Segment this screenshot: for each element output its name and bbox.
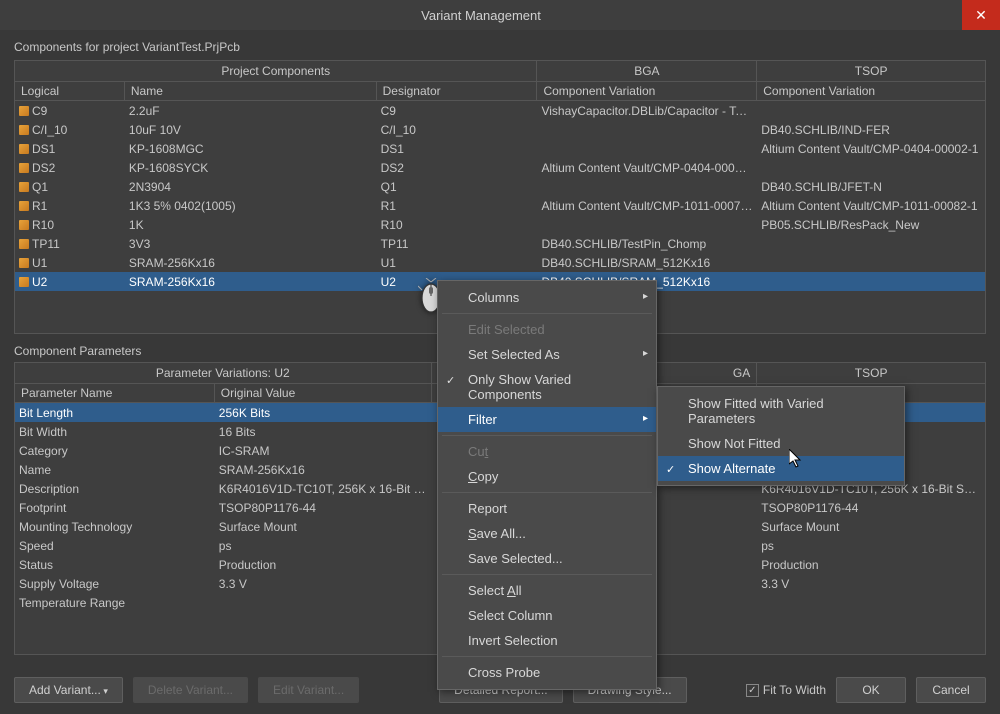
menu-cut: Cut bbox=[438, 439, 656, 464]
col-designator[interactable]: Designator bbox=[377, 82, 538, 100]
pcol-name[interactable]: Parameter Name bbox=[15, 384, 215, 402]
component-icon bbox=[19, 163, 29, 173]
delete-variant-button: Delete Variant... bbox=[133, 677, 248, 703]
table-row[interactable]: DS2KP-1608SYCKDS2Altium Content Vault/CM… bbox=[15, 158, 985, 177]
table-row[interactable]: R11K3 5% 0402(1005)R1Altium Content Vaul… bbox=[15, 196, 985, 215]
component-icon bbox=[19, 258, 29, 268]
menu-cross-probe[interactable]: Cross Probe bbox=[438, 660, 656, 685]
submenu-show-fitted[interactable]: Show Fitted with Varied Parameters bbox=[658, 391, 904, 431]
component-icon bbox=[19, 220, 29, 230]
menu-copy[interactable]: Copy bbox=[438, 464, 656, 489]
menu-select-column[interactable]: Select Column bbox=[438, 603, 656, 628]
menu-edit-selected: Edit Selected bbox=[438, 317, 656, 342]
window-title: Variant Management bbox=[0, 8, 962, 23]
col-name[interactable]: Name bbox=[125, 82, 377, 100]
component-icon bbox=[19, 182, 29, 192]
table-row[interactable]: Q12N3904Q1DB40.SCHLIB/JFET-N bbox=[15, 177, 985, 196]
component-icon bbox=[19, 106, 29, 116]
close-button[interactable]: ✕ bbox=[962, 0, 1000, 30]
col-logical[interactable]: Logical bbox=[15, 82, 125, 100]
menu-set-selected-as[interactable]: Set Selected As▸ bbox=[438, 342, 656, 367]
component-icon bbox=[19, 239, 29, 249]
menu-save-all[interactable]: Save All... bbox=[438, 521, 656, 546]
context-menu: Columns▸ Edit Selected Set Selected As▸ … bbox=[437, 280, 657, 690]
table-row[interactable]: C92.2uFC9VishayCapacitor.DBLib/Capacitor… bbox=[15, 101, 985, 120]
param-group-tsop: TSOP bbox=[757, 363, 985, 383]
component-icon bbox=[19, 125, 29, 135]
table-row[interactable]: R101KR10PB05.SCHLIB/ResPack_New bbox=[15, 215, 985, 234]
checkbox-icon: ✓ bbox=[746, 684, 759, 697]
col-variation-bga[interactable]: Component Variation bbox=[537, 82, 757, 100]
table-row[interactable]: DS1KP-1608MGCDS1Altium Content Vault/CMP… bbox=[15, 139, 985, 158]
menu-filter[interactable]: Filter▸ bbox=[438, 407, 656, 432]
table-row[interactable]: TP113V3TP11DB40.SCHLIB/TestPin_Chomp bbox=[15, 234, 985, 253]
submenu-show-alternate[interactable]: Show Alternate bbox=[658, 456, 904, 481]
menu-select-all[interactable]: Select All bbox=[438, 578, 656, 603]
menu-only-varied[interactable]: Only Show Varied Components bbox=[438, 367, 656, 407]
project-label: Components for project VariantTest.PrjPc… bbox=[0, 30, 1000, 60]
fit-to-width-checkbox[interactable]: ✓ Fit To Width bbox=[746, 683, 826, 697]
param-group-variations: Parameter Variations: U2 bbox=[15, 363, 432, 383]
grid-group-row: Project Components BGA TSOP bbox=[15, 61, 985, 82]
group-tsop: TSOP bbox=[757, 61, 985, 81]
table-row[interactable]: C/I_1010uF 10VC/I_10DB40.SCHLIB/IND-FER bbox=[15, 120, 985, 139]
edit-variant-button: Edit Variant... bbox=[258, 677, 359, 703]
component-icon bbox=[19, 144, 29, 154]
group-project: Project Components bbox=[15, 61, 537, 81]
menu-save-selected[interactable]: Save Selected... bbox=[438, 546, 656, 571]
menu-report[interactable]: Report bbox=[438, 496, 656, 521]
menu-columns[interactable]: Columns▸ bbox=[438, 285, 656, 310]
menu-invert-selection[interactable]: Invert Selection bbox=[438, 628, 656, 653]
pcol-orig[interactable]: Original Value bbox=[215, 384, 432, 402]
cancel-button[interactable]: Cancel bbox=[916, 677, 986, 703]
add-variant-button[interactable]: Add Variant... bbox=[14, 677, 123, 703]
grid-column-row: Logical Name Designator Component Variat… bbox=[15, 82, 985, 101]
component-icon bbox=[19, 201, 29, 211]
ok-button[interactable]: OK bbox=[836, 677, 906, 703]
table-row[interactable]: U1SRAM-256Kx16U1DB40.SCHLIB/SRAM_512Kx16 bbox=[15, 253, 985, 272]
col-variation-tsop[interactable]: Component Variation bbox=[757, 82, 985, 100]
group-bga: BGA bbox=[537, 61, 757, 81]
submenu-show-not-fitted[interactable]: Show Not Fitted bbox=[658, 431, 904, 456]
filter-submenu: Show Fitted with Varied Parameters Show … bbox=[657, 386, 905, 486]
titlebar: Variant Management ✕ bbox=[0, 0, 1000, 30]
component-icon bbox=[19, 277, 29, 287]
grid-body: C92.2uFC9VishayCapacitor.DBLib/Capacitor… bbox=[15, 101, 985, 291]
